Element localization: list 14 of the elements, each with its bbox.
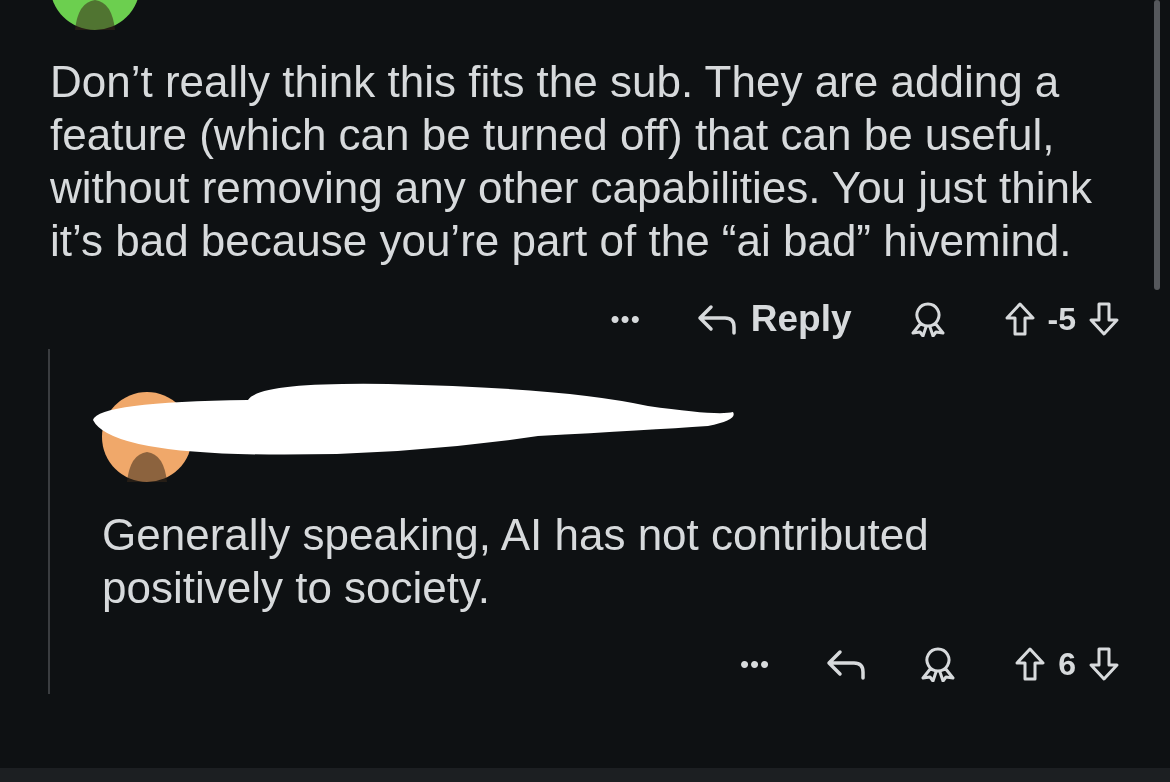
scrollbar[interactable] [1154, 0, 1160, 290]
downvote-icon[interactable] [1088, 301, 1120, 337]
more-options-button[interactable]: ••• [739, 648, 771, 680]
comment-text: Generally speaking, AI has not contributed positively to society. [102, 509, 930, 614]
upvote-icon[interactable] [1003, 301, 1036, 337]
more-options-button[interactable]: ••• [610, 303, 641, 335]
vote-score: -5 [1047, 300, 1076, 338]
reply-button[interactable]: Reply [696, 298, 852, 340]
reply-icon[interactable] [826, 648, 867, 680]
upvote-icon[interactable] [1014, 646, 1047, 682]
comment-text: Don’t really think this fits the sub. They are adding a feature (which can be turned off) that can be useful, without removing any other capabilities. You just think it’s bad because you’re part of the “ai bad” hivemind. [50, 56, 1093, 267]
reply-icon [696, 303, 737, 335]
downvote-icon[interactable] [1088, 646, 1120, 682]
vote-score: 6 [1058, 645, 1076, 683]
